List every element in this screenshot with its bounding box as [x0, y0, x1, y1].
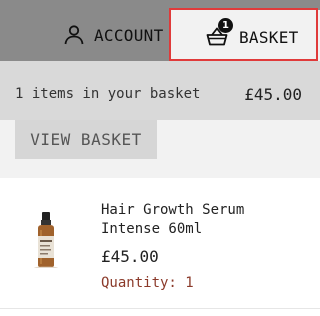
product-quantity: Quantity: 1 — [101, 275, 194, 291]
header-bar: ACCOUNT 1 BASKET — [0, 0, 320, 61]
product-name[interactable]: Hair Growth Serum Intense 60ml — [101, 201, 301, 239]
account-button[interactable]: ACCOUNT — [50, 10, 168, 60]
basket-summary: 1 items in your basket £45.00 — [0, 61, 320, 120]
basket-button[interactable]: 1 BASKET — [171, 10, 320, 61]
product-bottle-icon[interactable] — [30, 212, 62, 268]
basket-total: £45.00 — [244, 85, 302, 104]
view-basket-button[interactable]: VIEW BASKET — [15, 120, 157, 159]
product-price: £45.00 — [101, 247, 159, 266]
account-label: ACCOUNT — [94, 25, 164, 45]
user-icon — [64, 25, 84, 45]
basket-item-count: 1 items in your basket — [15, 86, 201, 102]
basket-label: BASKET — [239, 28, 299, 47]
view-basket-area: VIEW BASKET — [0, 120, 320, 178]
basket-item: Hair Growth Serum Intense 60ml £45.00 Qu… — [0, 178, 320, 308]
divider — [0, 308, 320, 309]
basket-count-badge: 1 — [218, 18, 233, 33]
